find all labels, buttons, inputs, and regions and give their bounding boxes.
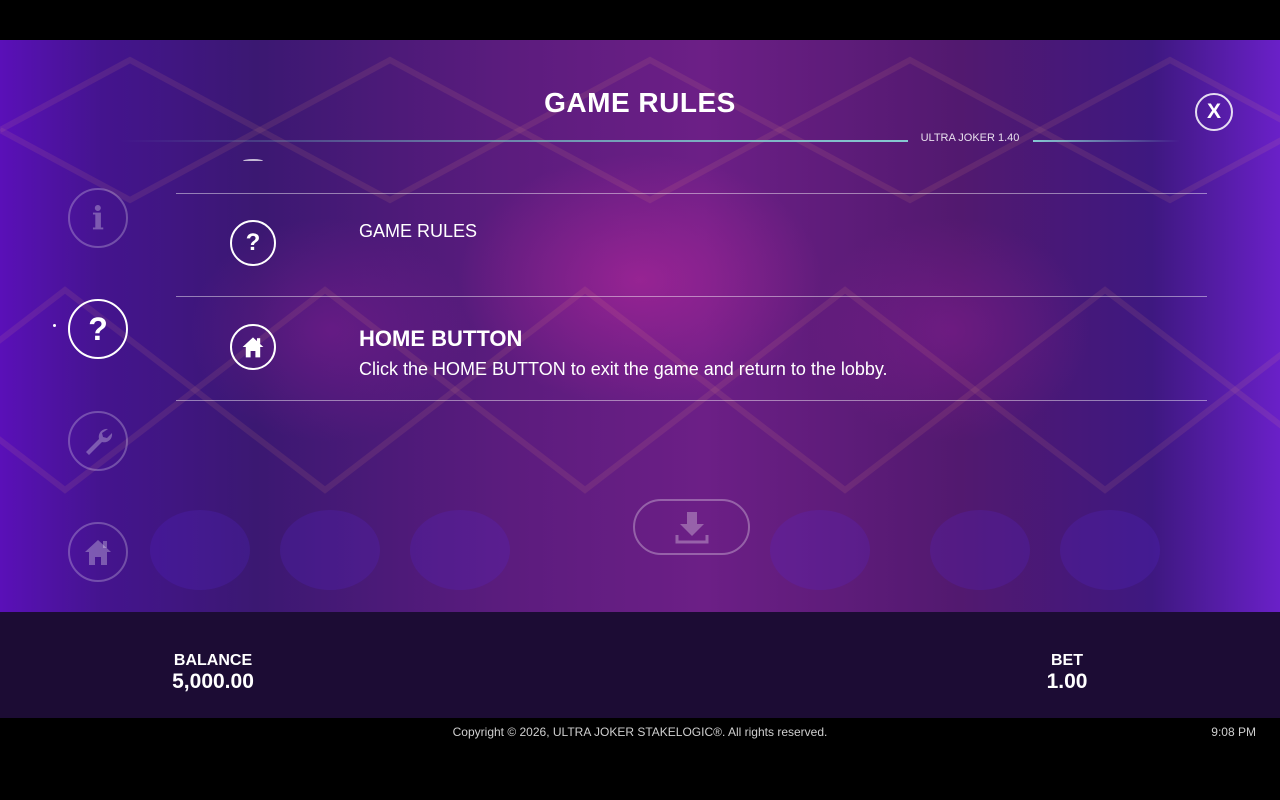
rule-item-title: HOME BUTTON: [359, 326, 523, 351]
active-indicator-dot: [53, 324, 56, 327]
rule-item-icon-home: [230, 324, 276, 370]
divider: [176, 296, 1207, 297]
status-bar: BALANCE 5,000.00 BET 1.00: [0, 612, 1280, 718]
bet-value: 1.00: [1046, 670, 1088, 693]
rule-item-description: Click the HOME BUTTON to exit the game a…: [359, 359, 888, 379]
close-button[interactable]: X: [1195, 93, 1233, 131]
close-icon: X: [1206, 100, 1221, 123]
question-icon: ?: [88, 311, 108, 347]
title-underline-left: [120, 140, 908, 142]
home-icon: [85, 540, 111, 565]
footer: Copyright © 2026, ULTRA JOKER STAKELOGIC…: [0, 718, 1280, 800]
divider: [176, 193, 1207, 194]
balance-value: 5,000.00: [172, 670, 254, 693]
download-button[interactable]: [633, 499, 750, 555]
copyright-text: Copyright © 2026, ULTRA JOKER STAKELOGIC…: [452, 725, 828, 739]
balance-label: BALANCE: [173, 652, 253, 669]
clock: 9:08 PM: [1211, 725, 1256, 739]
rule-item-icon-game-rules: ?: [230, 220, 276, 266]
question-icon: ?: [245, 229, 261, 256]
sidebar-item-info[interactable]: i: [68, 188, 128, 248]
top-black-bar: [0, 0, 1280, 40]
version-label: ULTRA JOKER 1.40: [920, 132, 1020, 144]
bet-label: BET: [1051, 652, 1083, 669]
wrench-icon: [86, 428, 113, 455]
sidebar-item-settings[interactable]: [68, 411, 128, 471]
bet-display: BET 1.00: [1017, 652, 1117, 693]
balance-display: BALANCE 5,000.00: [153, 652, 273, 693]
previous-item-icon-edge: [243, 159, 263, 163]
page-title: GAME RULES: [544, 87, 736, 118]
info-icon: i: [91, 199, 105, 237]
sidebar-item-game-rules[interactable]: ?: [68, 299, 128, 359]
title-underline-right: [1033, 140, 1180, 142]
home-icon: [242, 337, 264, 358]
game-rules-panel: GAME RULES ULTRA JOKER 1.40 X i ? ? GAME…: [0, 40, 1280, 612]
divider: [176, 400, 1207, 401]
download-icon: [675, 512, 708, 544]
sidebar-item-home[interactable]: [68, 522, 128, 582]
rule-item-title: GAME RULES: [359, 221, 478, 241]
